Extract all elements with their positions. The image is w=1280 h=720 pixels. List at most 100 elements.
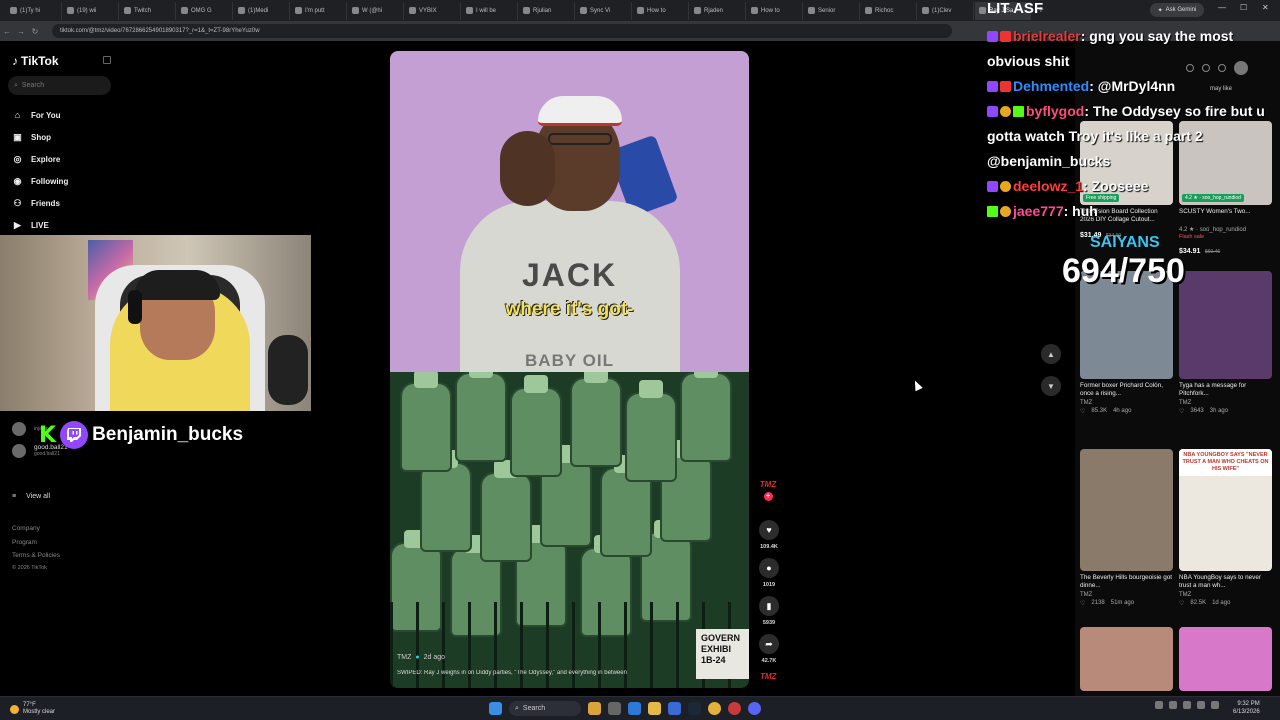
clock[interactable]: 9:32 PM 6/13/2026 [1233,700,1260,716]
nav-item-label: Explore [31,154,61,164]
tab-favicon-icon [922,7,929,14]
browser-tab[interactable]: Richoc [861,1,917,20]
browser-tab[interactable]: Rjulian [519,1,575,20]
sound-disc-icon[interactable]: TMZ [760,672,776,681]
compass-icon: ◎ [13,153,22,164]
tiktok-note-icon: ♪ [12,54,18,68]
steam-icon[interactable] [688,702,701,715]
webcam-overlay [0,235,311,411]
tab-title: (1)Ty hi [20,7,41,14]
share-button[interactable]: ➦ 42.7K [756,634,782,664]
comment-button[interactable]: ● 1019 [756,558,782,588]
video-hand [500,131,555,206]
nav-item-label: Shop [31,132,51,142]
browser-tab[interactable]: (19) wii [63,1,119,20]
view-all-button[interactable]: ≡ View all [12,493,50,500]
taskbar-search[interactable]: ⌕ Search [509,701,581,716]
save-button[interactable]: ▮ 5939 [756,596,782,626]
nav-item-live[interactable]: ▶ LIVE [12,214,112,236]
channel-avatar[interactable]: TMZ + [756,478,780,502]
browser-tab[interactable]: How to [747,1,803,20]
card-views: 2138 [1091,600,1105,606]
forward-icon[interactable]: → [14,27,28,36]
footer-program-link[interactable]: Program [12,539,37,546]
shop-icon: ▣ [13,131,22,142]
browser-tab[interactable]: W (@hi [348,1,404,20]
browser-tab[interactable]: OMG G [177,1,233,20]
browser-tab[interactable]: How to [633,1,689,20]
video-bottom-frame: GOVERN EXHIBI 1B-24 [390,372,749,688]
nav-item-shop[interactable]: ▣ Shop [12,126,112,148]
discord-icon[interactable] [748,702,761,715]
minimize-icon[interactable]: — [1218,3,1226,12]
browser-tab[interactable]: VYBIX [405,1,461,20]
follow-plus-icon[interactable]: + [763,492,773,501]
tab-favicon-icon [181,7,188,14]
recommendation-card[interactable] [1179,627,1272,691]
card-thumbnail [1179,627,1272,691]
network-icon[interactable] [1169,701,1177,709]
like-button[interactable]: ♥ 109.4K [756,520,782,550]
like-count: 109.4K [760,544,778,550]
browser-tab[interactable]: Sync Vi [576,1,632,20]
video-player[interactable]: JACK where it's got- BABY OIL GOVERN EXH… [390,51,749,688]
video-caption: where it's got- [505,299,634,320]
battery-icon[interactable] [1197,701,1205,709]
tab-title: I'm putt [305,7,325,14]
tray-chevron-icon[interactable] [1155,701,1163,709]
kick-badge-icon [987,206,998,217]
nav-item-for-you[interactable]: ⌂ For You [12,104,112,126]
footer-company-link[interactable]: Company [12,525,40,532]
recommendation-card[interactable]: Tyga has a message for Pitchfork... TMZ ♡ 3… [1179,271,1272,415]
previous-video-button[interactable]: ▲ [1041,344,1061,364]
volume-icon[interactable] [1183,701,1191,709]
notification-icon[interactable] [1211,701,1219,709]
obs-icon[interactable] [728,702,741,715]
browser-tab[interactable]: I will be [462,1,518,20]
recommendation-card[interactable]: NBA YOUNGBOY SAYS "NEVER TRUST A MAN WHO… [1179,449,1272,607]
browser-tab[interactable]: I'm putt [291,1,347,20]
recommendation-card[interactable]: The Beverly Hills bourgeoisie got dinne.… [1080,449,1173,607]
tiktok-logo[interactable]: ♪ TikTok [12,54,59,68]
widgets-icon[interactable] [588,702,601,715]
card-author: TMZ [1080,592,1093,598]
url-field[interactable]: tiktok.com/@tmz/video/767286625490189031… [52,24,952,38]
reload-icon[interactable]: ↻ [28,27,42,36]
streamer-nameplate: K Benjamin_bucks [39,421,243,449]
browser-tab[interactable]: (1)Ty hi [6,1,62,20]
browser-tab[interactable]: (1)Medi [234,1,290,20]
nav-item-explore[interactable]: ◎ Explore [12,148,112,170]
recommendation-card[interactable]: Former boxer Prichard Colón, once a risi… [1080,271,1173,415]
recommendation-card[interactable] [1080,627,1173,691]
back-icon[interactable]: ← [0,27,14,36]
browser-tab[interactable]: Rjaden [690,1,746,20]
file-explorer-icon[interactable] [648,702,661,715]
chrome-icon[interactable] [708,702,721,715]
close-icon[interactable]: ✕ [1262,3,1269,12]
browser-tab[interactable]: Senior [804,1,860,20]
weather-widget[interactable]: 77°F Mostly clear [10,702,55,716]
edge-icon[interactable] [628,702,641,715]
weather-icon [10,704,19,714]
video-overlay-text: BABY OIL [525,351,614,370]
emote-badge-icon [1000,106,1011,117]
tab-title: How to [647,7,666,14]
chat-username: deelowz_1 [1013,178,1084,194]
next-video-button[interactable]: ▼ [1041,376,1061,396]
tab-favicon-icon [580,7,587,14]
browser-tab[interactable]: Twitch [120,1,176,20]
views-icon: ♡ [1080,409,1086,415]
search-input[interactable]: ⌕ Search [8,76,111,95]
start-icon[interactable] [489,702,502,715]
nav-item-friends[interactable]: ⚇ Friends [12,192,112,214]
task-view-icon[interactable] [608,702,621,715]
ask-gemini-button[interactable]: ✦ Ask Gemini [1150,3,1204,17]
badge-icon [1013,106,1024,117]
browser-tab[interactable]: (1)Clev [918,1,974,20]
maximize-icon[interactable]: ☐ [1240,3,1247,12]
store-icon[interactable] [668,702,681,715]
nav-item-following[interactable]: ◉ Following [12,170,112,192]
footer-terms-link[interactable]: Terms & Policies [12,552,60,559]
collapse-sidebar-icon[interactable] [103,56,111,64]
video-author[interactable]: TMZ ● 2d ago [397,654,445,661]
